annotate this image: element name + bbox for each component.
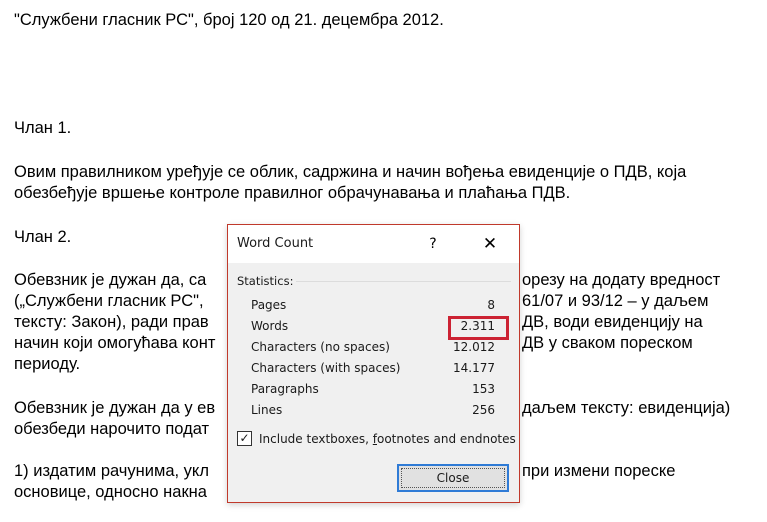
paragraph-line: периоду. (14, 355, 81, 373)
paragraph-fragment: при измени пореске (522, 462, 676, 480)
paragraph-line: тексту: Закон), ради прав (14, 313, 209, 331)
article-1-heading: Члан 1. (14, 119, 72, 137)
paragraph-line: обезбеђује вршење контроле правилног обр… (14, 184, 571, 202)
stat-row-characters-with-spaces: Characters (with spaces) 14.177 (251, 358, 495, 379)
stat-label: Words (251, 319, 289, 333)
checkbox-label-suffix: ootnotes and endnotes (377, 432, 516, 446)
close-icon[interactable]: ✕ (477, 231, 503, 257)
stat-label: Lines (251, 403, 283, 417)
dialog-title: Word Count (237, 236, 314, 251)
stat-label: Paragraphs (251, 382, 319, 396)
include-textboxes-label: Include textboxes, footnotes and endnote… (259, 432, 516, 446)
stat-label: Characters (no spaces) (251, 340, 390, 354)
words-highlight-box (448, 316, 509, 340)
stat-label: Pages (251, 298, 287, 312)
document-header: "Службени гласник РС", број 120 од 21. д… (14, 11, 444, 29)
paragraph-fragment: ДВ у сваком пореском (522, 334, 693, 352)
stat-value: 153 (472, 382, 495, 396)
paragraph-line: основице, односно накна (14, 483, 207, 501)
stat-row-lines: Lines 256 (251, 400, 495, 421)
stat-row-characters-no-spaces: Characters (no spaces) 12.012 (251, 337, 495, 358)
stat-value: 14.177 (453, 361, 495, 375)
paragraph-line: 1) издатим рачунима, укл (14, 462, 209, 480)
paragraph-fragment: ДВ, води евиденцију на (522, 313, 703, 331)
include-textboxes-checkbox[interactable]: ✓ (237, 431, 252, 446)
checkbox-label-prefix: Include textboxes, (259, 432, 373, 446)
help-button[interactable]: ? (422, 231, 444, 257)
stat-value: 256 (472, 403, 495, 417)
stat-row-pages: Pages 8 (251, 295, 495, 316)
paragraph-line: („Службени гласник РС", (14, 292, 204, 310)
article-2-heading: Члан 2. (14, 228, 72, 246)
paragraph-line: обезбеди нарочито подат (14, 420, 210, 438)
paragraph-line: начин који омогућава конт (14, 334, 216, 352)
focus-rect (401, 468, 505, 488)
paragraph-fragment: даљем тексту: евиденција) (522, 399, 731, 417)
stat-value: 8 (487, 298, 495, 312)
statistics-divider (296, 281, 511, 282)
paragraph-line: Обевзник је дужан да, са (14, 271, 207, 289)
paragraph-fragment: 61/07 и 93/12 – у даљем (522, 292, 709, 310)
close-button[interactable]: Close (397, 464, 509, 492)
dialog-titlebar[interactable]: Word Count ? ✕ (228, 225, 519, 263)
paragraph-line: Овим правилником уређује се облик, садрж… (14, 163, 687, 181)
paragraph-line: Обевзник је дужан да у ев (14, 399, 216, 417)
paragraph-fragment: орезу на додату вредност (522, 271, 721, 289)
statistics-label: Statistics: (237, 274, 294, 288)
stat-value: 12.012 (453, 340, 495, 354)
stat-row-paragraphs: Paragraphs 153 (251, 379, 495, 400)
word-count-dialog: Word Count ? ✕ Statistics: Pages 8 Words… (227, 224, 520, 503)
stat-label: Characters (with spaces) (251, 361, 401, 375)
